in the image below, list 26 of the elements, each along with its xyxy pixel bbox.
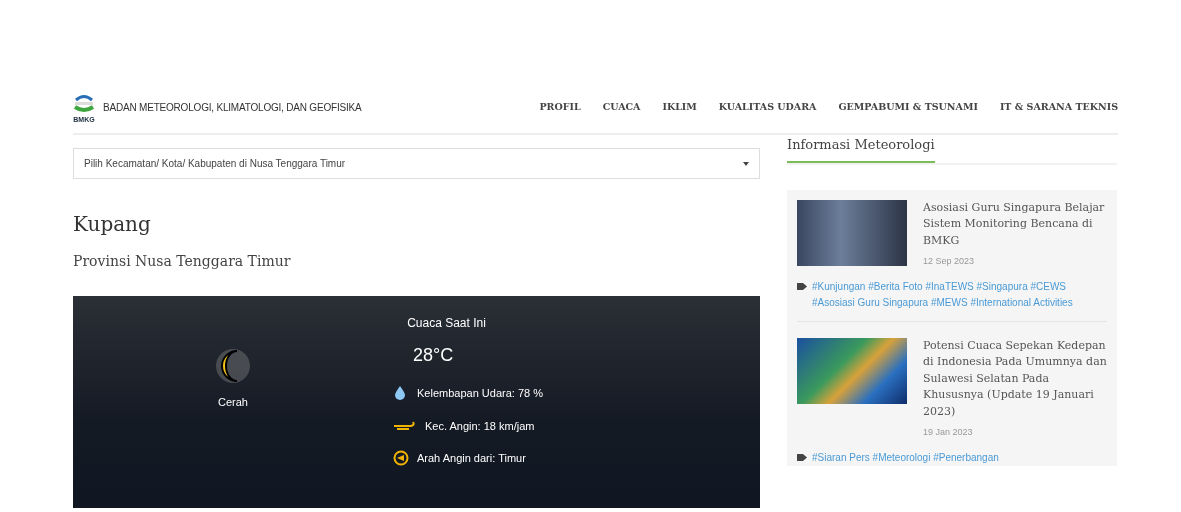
temperature-text: 28°C: [413, 344, 455, 367]
location-select[interactable]: Pilih Kecamatan/ Kota/ Kabupaten di Nusa Tenggara Timur: [73, 148, 760, 179]
weather-condition: Cerah: [218, 395, 248, 410]
article-title[interactable]: Asosiasi Guru Singapura Belajar Sistem Monitoring Bencana di BMKG: [923, 199, 1107, 249]
weather-title: Cuaca Saat Ini: [407, 315, 486, 332]
tag-icon: [797, 281, 808, 291]
nav-link[interactable]: IT & SARANA TEKNIS: [999, 100, 1118, 115]
weather-detail: Arah Angin dari: Timur: [417, 451, 526, 466]
nav-link[interactable]: KUALITAS UDARA: [718, 100, 817, 115]
tag-icon: [797, 452, 808, 462]
nav-link[interactable]: PROFIL: [539, 100, 581, 115]
weather-detail: Kelembapan Udara: 78 %: [417, 386, 543, 401]
nav-link[interactable]: IKLIM: [662, 100, 697, 115]
city-heading: Kupang: [73, 211, 152, 238]
nav-link[interactable]: GEMPABUMI & TSUNAMI: [838, 100, 978, 115]
weather-detail: Kec. Angin: 18 km/jam: [425, 418, 535, 434]
nav-link[interactable]: CUACA: [602, 100, 641, 115]
caret-icon: [743, 161, 749, 166]
organization-name: BADAN METEOROLOGI, KLIMATOLOGI, DAN GEOFISIKA: [103, 101, 362, 115]
compass-icon: [393, 450, 409, 467]
article-title[interactable]: Potensi Cuaca Sepekan Kedepan di Indonesia Pada Umumnya dan Sulawesi Selatan Pada Khususnya (Update 19 Januari 2023): [923, 337, 1107, 420]
moon-icon: [213, 346, 253, 386]
province-text: Provinsi Nusa Tenggara Timur: [73, 252, 292, 271]
section-title: Informasi Meteorologi: [787, 135, 935, 163]
article-date: 19 Jan 2023: [923, 426, 974, 439]
article-date: 12 Sep 2023: [923, 255, 976, 268]
